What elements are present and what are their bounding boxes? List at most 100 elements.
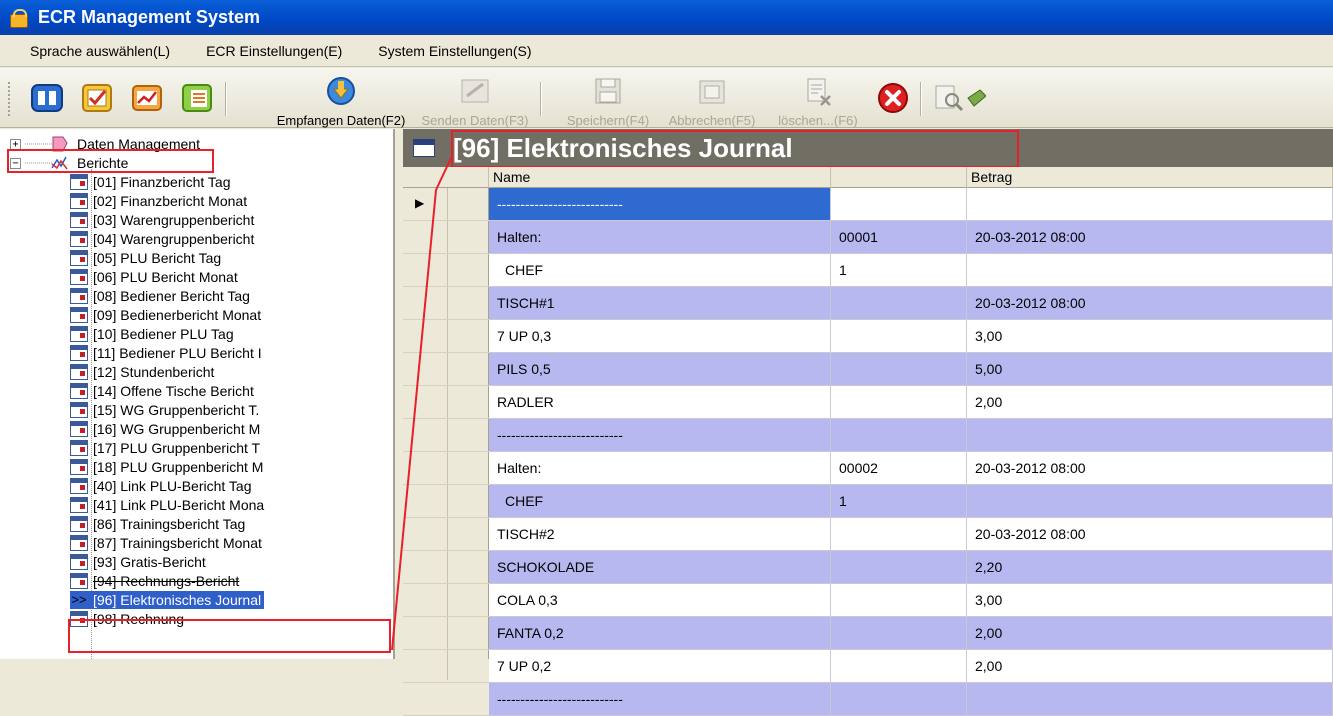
table-cell[interactable]: --------------------------- (489, 419, 831, 452)
table-cell[interactable]: PILS 0,5 (489, 353, 831, 386)
table-cell[interactable] (831, 320, 967, 353)
table-cell[interactable]: 3,00 (967, 320, 1333, 353)
table-cell[interactable] (831, 188, 967, 221)
report-item[interactable]: [03] Warengruppenbericht (70, 211, 254, 229)
report-item[interactable]: >> [96] Elektronisches Journal (70, 591, 265, 609)
report-item[interactable]: [14] Offene Tische Bericht (70, 382, 254, 400)
report-item[interactable]: [01] Finanzbericht Tag (70, 173, 231, 191)
report-item[interactable]: [16] WG Gruppenbericht M (70, 420, 260, 438)
table-cell[interactable]: 7 UP 0,3 (489, 320, 831, 353)
table-cell[interactable] (831, 386, 967, 419)
table-cell[interactable]: 2,20 (967, 551, 1333, 584)
expand-icon[interactable]: + (10, 138, 21, 150)
table-cell[interactable]: --------------------------- (489, 683, 831, 716)
toolbar-grip[interactable] (8, 82, 12, 116)
report-item[interactable]: [05] PLU Bericht Tag (70, 249, 221, 267)
table-cell[interactable]: TISCH#1 (489, 287, 831, 320)
table-cell[interactable]: SCHOKOLADE (489, 551, 831, 584)
table-cell[interactable] (967, 683, 1333, 716)
table-cell[interactable]: Halten: (489, 221, 831, 254)
table-cell[interactable]: 1 (831, 254, 967, 287)
table-cell[interactable] (831, 683, 967, 716)
table-cell[interactable] (967, 485, 1333, 518)
table-cell[interactable]: RADLER (489, 386, 831, 419)
table-cell[interactable]: 1 (831, 485, 967, 518)
table-cell[interactable]: 00001 (831, 221, 967, 254)
receive-data-icon (327, 77, 355, 105)
table-cell[interactable]: 20-03-2012 08:00 (967, 518, 1333, 551)
report-item[interactable]: [11] Bediener PLU Bericht I (70, 344, 262, 362)
table-cell[interactable] (831, 518, 967, 551)
table-cell[interactable] (831, 419, 967, 452)
connection-icon[interactable] (30, 82, 64, 114)
table-cell[interactable]: Halten: (489, 452, 831, 485)
table-cell[interactable] (831, 650, 967, 683)
report-label: [02] Finanzbericht Monat (93, 193, 248, 209)
report-item[interactable]: [18] PLU Gruppenbericht M (70, 458, 263, 476)
table-cell[interactable] (967, 254, 1333, 287)
table-cell[interactable]: 5,00 (967, 353, 1333, 386)
report-icon (70, 516, 88, 532)
report-item[interactable]: [15] WG Gruppenbericht T. (70, 401, 259, 419)
column-header-number[interactable] (831, 167, 967, 188)
report-item[interactable]: [86] Trainingsbericht Tag (70, 515, 245, 533)
senden-daten-button[interactable]: Senden Daten(F3) (416, 76, 534, 128)
table-cell[interactable]: FANTA 0,2 (489, 617, 831, 650)
close-icon[interactable] (876, 82, 910, 114)
table-cell[interactable]: CHEF (489, 254, 831, 287)
table-cell[interactable]: 20-03-2012 08:00 (967, 287, 1333, 320)
plugin-icon[interactable] (966, 82, 986, 114)
report-item[interactable]: [17] PLU Gruppenbericht T (70, 439, 260, 457)
report-label: [10] Bediener PLU Tag (93, 326, 234, 342)
table-cell[interactable]: CHEF (489, 485, 831, 518)
menu-ecr-einstellungen[interactable]: ECR Einstellungen(E) (188, 43, 360, 59)
table-cell[interactable] (831, 551, 967, 584)
report-item[interactable]: [12] Stundenbericht (70, 363, 214, 381)
report-item[interactable]: [10] Bediener PLU Tag (70, 325, 234, 343)
table-cell[interactable]: TISCH#2 (489, 518, 831, 551)
table-cell[interactable] (831, 617, 967, 650)
table-cell[interactable] (831, 353, 967, 386)
report-item[interactable]: [41] Link PLU-Bericht Mona (70, 496, 264, 514)
table-cell[interactable]: COLA 0,3 (489, 584, 831, 617)
report-item[interactable]: [09] Bedienerbericht Monat (70, 306, 261, 324)
title-bar: ECR Management System (0, 0, 1333, 35)
search-icon[interactable] (932, 82, 966, 114)
empfangen-daten-button[interactable]: Empfangen Daten(F2) (270, 76, 412, 128)
row-selector[interactable] (403, 683, 489, 716)
report-item[interactable]: [40] Link PLU-Bericht Tag (70, 477, 252, 495)
report-item[interactable]: [04] Warengruppenbericht (70, 230, 254, 248)
report-icon (70, 326, 88, 342)
table-cell[interactable]: 20-03-2012 08:00 (967, 452, 1333, 485)
table-cell[interactable]: --------------------------- (489, 188, 831, 221)
speichern-label: Speichern(F4) (566, 113, 650, 128)
loeschen-button[interactable]: löschen...(F6) (770, 76, 866, 128)
table-cell[interactable]: 2,00 (967, 617, 1333, 650)
checklist-icon[interactable] (80, 82, 114, 114)
report-item[interactable]: [02] Finanzbericht Monat (70, 192, 247, 210)
table-cell[interactable] (831, 287, 967, 320)
menu-sprache[interactable]: Sprache auswählen(L) (0, 43, 188, 59)
speichern-button[interactable]: Speichern(F4) (560, 76, 656, 128)
table-cell[interactable] (967, 188, 1333, 221)
table-cell[interactable]: 2,00 (967, 650, 1333, 683)
report-item[interactable]: [93] Gratis-Bericht (70, 553, 206, 571)
table-cell[interactable] (831, 584, 967, 617)
table-cell[interactable]: 7 UP 0,2 (489, 650, 831, 683)
table-cell[interactable]: 2,00 (967, 386, 1333, 419)
report-label: [06] PLU Bericht Monat (93, 269, 238, 285)
table-cell[interactable]: 00002 (831, 452, 967, 485)
table-cell[interactable] (967, 419, 1333, 452)
column-header-betrag[interactable]: Betrag (967, 167, 1333, 188)
report-item[interactable]: [94] Rechnungs-Bericht (70, 572, 239, 590)
report-item[interactable]: [87] Trainingsbericht Monat (70, 534, 262, 552)
abbrechen-button[interactable]: Abbrechen(F5) (662, 76, 762, 128)
table-cell[interactable]: 20-03-2012 08:00 (967, 221, 1333, 254)
column-header-name[interactable]: Name (489, 167, 831, 188)
chart-icon[interactable] (130, 82, 164, 114)
list-icon[interactable] (180, 82, 214, 114)
table-cell[interactable]: 3,00 (967, 584, 1333, 617)
report-item[interactable]: [08] Bediener Bericht Tag (70, 287, 250, 305)
report-item[interactable]: [06] PLU Bericht Monat (70, 268, 238, 286)
menu-system-einstellungen[interactable]: System Einstellungen(S) (360, 43, 549, 59)
